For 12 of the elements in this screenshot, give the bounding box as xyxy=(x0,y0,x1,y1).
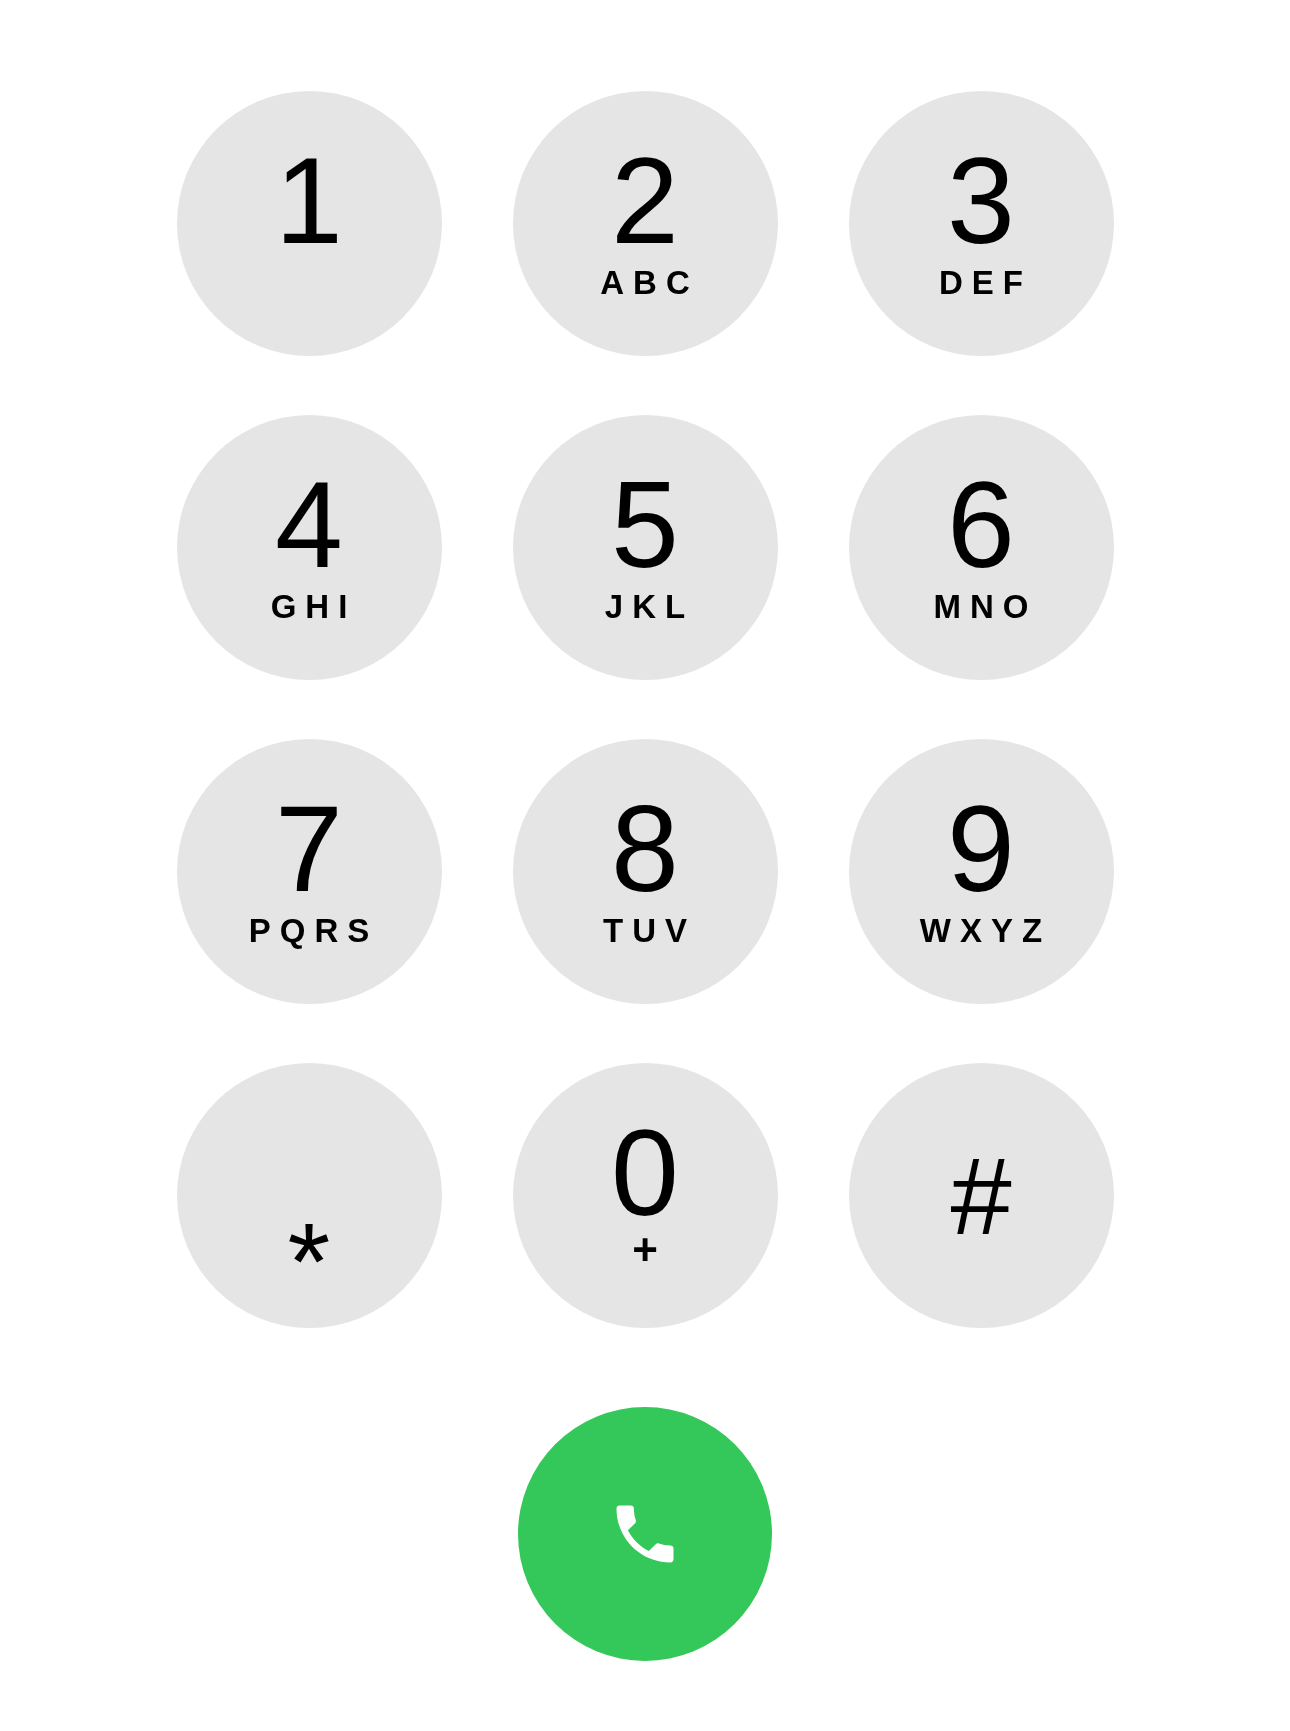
dial-key[interactable]: 9 WXYZ xyxy=(848,739,1114,1004)
dial-key[interactable]: 0 + xyxy=(512,1063,778,1328)
dial-key[interactable]: # xyxy=(848,1063,1114,1328)
dial-key[interactable]: 4 GHI xyxy=(176,415,442,680)
dial-key[interactable]: 5 JKL xyxy=(512,415,778,680)
dial-key[interactable]: 8 TUV xyxy=(512,739,778,1004)
dial-key[interactable]: 1 xyxy=(176,91,442,356)
dial-key[interactable]: 2 ABC xyxy=(512,91,778,356)
dial-key[interactable]: * xyxy=(176,1063,442,1328)
dial-key[interactable]: 6 MNO xyxy=(848,415,1114,680)
dial-key[interactable]: 7 PQRS xyxy=(176,739,442,1004)
dial-key[interactable]: 3 DEF xyxy=(848,91,1114,356)
